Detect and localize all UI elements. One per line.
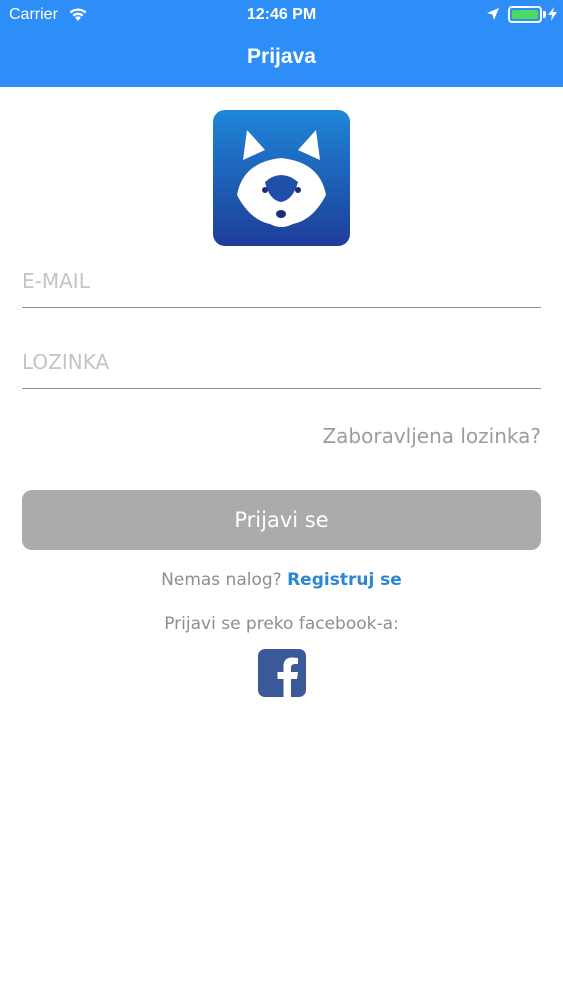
battery-cap <box>543 11 546 18</box>
status-bar: Carrier 12:46 PM <box>0 0 563 30</box>
battery-level <box>512 10 538 19</box>
battery-icon <box>508 6 542 23</box>
signup-prompt: Nemas nalog? Registruj se <box>0 570 563 590</box>
forgot-password-link[interactable]: Zaboravljena lozinka? <box>322 424 541 448</box>
page-title: Prijava <box>247 45 316 68</box>
facebook-login-prompt: Prijavi se preko facebook-a: <box>164 614 399 634</box>
password-input[interactable] <box>22 350 541 374</box>
husky-logo-icon <box>213 110 350 246</box>
signup-question: Nemas nalog? <box>161 570 282 590</box>
clock-label: 12:46 PM <box>246 6 317 23</box>
email-input[interactable] <box>22 269 541 293</box>
register-link[interactable]: Registruj se <box>287 570 402 590</box>
location-arrow-icon <box>487 8 499 20</box>
charging-bolt-icon <box>548 7 557 21</box>
facebook-icon[interactable] <box>258 649 306 697</box>
email-field-container <box>22 248 541 308</box>
login-button[interactable]: Prijavi se <box>22 490 541 550</box>
password-field-container <box>22 329 541 389</box>
navigation-bar: Carrier 12:46 PM Prijava <box>0 0 563 87</box>
